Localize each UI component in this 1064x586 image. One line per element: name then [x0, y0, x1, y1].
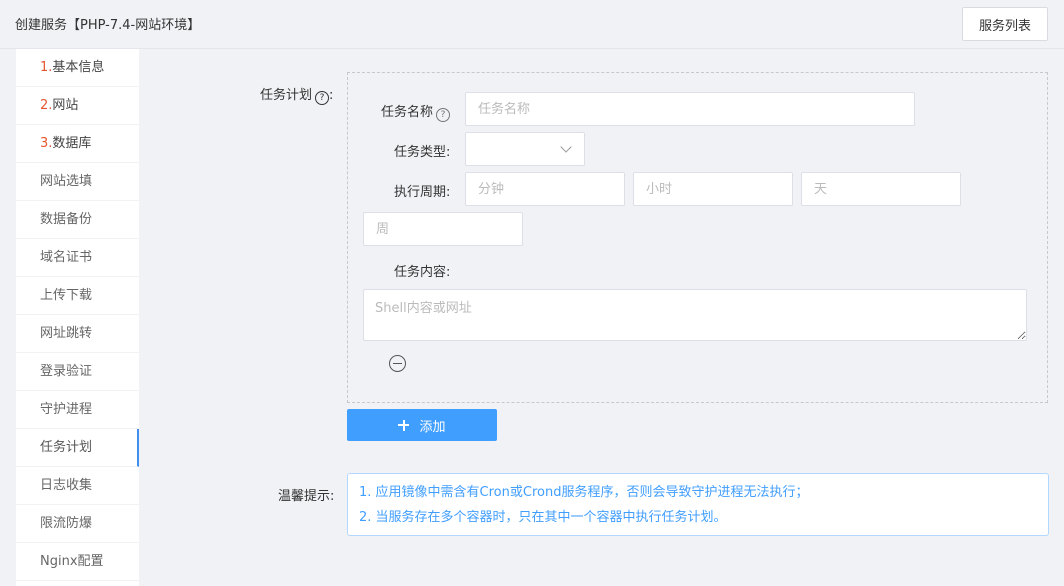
- step-number: 2.: [40, 98, 53, 113]
- add-task-button[interactable]: 添加: [347, 409, 497, 441]
- sidebar-item-label: 数据备份: [40, 212, 93, 227]
- help-icon[interactable]: ?: [315, 91, 330, 105]
- scheduled-task-section-label: 任务计划?:: [260, 84, 333, 105]
- section-label-colon: :: [329, 88, 334, 103]
- sidebar-item-label: 限流防爆: [40, 516, 93, 531]
- task-name-input[interactable]: [465, 92, 915, 126]
- minute-input[interactable]: [465, 172, 625, 206]
- task-content-textarea[interactable]: [363, 289, 1027, 341]
- period-label: 执行周期:: [394, 185, 451, 200]
- sidebar-item-label: 守护进程: [40, 402, 93, 417]
- sidebar-item-daemon[interactable]: 守护进程: [16, 391, 139, 429]
- tips-label: 温馨提示:: [278, 489, 335, 504]
- sidebar-item-label: 基本信息: [52, 60, 105, 75]
- sidebar-item-label: Nginx配置: [40, 554, 104, 569]
- sidebar-item-label: 任务计划: [40, 440, 93, 455]
- sidebar-item-basic-info[interactable]: 1.基本信息: [16, 49, 139, 87]
- sidebar-item-label: 网址跳转: [40, 326, 93, 341]
- main-content: 任务计划?: 任务名称? 任务类型: 执行周期: 任务内容: 添加 温馨提示: …: [140, 49, 1064, 586]
- sidebar-item-upload-download[interactable]: 上传下载: [16, 277, 139, 315]
- sidebar-item-database[interactable]: 3.数据库: [16, 125, 139, 163]
- sidebar-item-label: 网站: [52, 98, 79, 113]
- sidebar-item-label: 日志收集: [40, 478, 93, 493]
- step-sidebar: 1.基本信息 2.网站 3.数据库 网站选填 数据备份 域名证书 上传下载 网址…: [16, 49, 139, 586]
- step-number: 3.: [40, 136, 53, 151]
- sidebar-item-url-redirect[interactable]: 网址跳转: [16, 315, 139, 353]
- sidebar-item-website-optional[interactable]: 网站选填: [16, 163, 139, 201]
- sidebar-item-label: 数据库: [52, 136, 92, 151]
- sidebar-item-log-collect[interactable]: 日志收集: [16, 467, 139, 505]
- plus-icon: [398, 419, 410, 431]
- content-label: 任务内容:: [394, 265, 451, 280]
- sidebar-item-website[interactable]: 2.网站: [16, 87, 139, 125]
- step-number: 1.: [40, 60, 53, 75]
- week-input[interactable]: [363, 212, 523, 246]
- sidebar-item-domain-cert[interactable]: 域名证书: [16, 239, 139, 277]
- sidebar-item-scheduled-task[interactable]: 任务计划: [16, 429, 139, 467]
- sidebar-item-login-auth[interactable]: 登录验证: [16, 353, 139, 391]
- tips-box: 1. 应用镜像中需含有Cron或Crond服务程序，否则会导致守护进程无法执行；…: [347, 473, 1049, 536]
- chevron-down-icon: [560, 141, 572, 153]
- section-label-text: 任务计划: [260, 88, 313, 103]
- tip-line: 2. 当服务存在多个容器时，只在其中一个容器中执行任务计划。: [359, 510, 727, 525]
- add-button-label: 添加: [419, 419, 446, 435]
- task-name-label: 任务名称?: [381, 101, 451, 122]
- sidebar-item-nginx-config[interactable]: Nginx配置: [16, 543, 139, 581]
- task-type-select[interactable]: [465, 132, 585, 166]
- sidebar-item-label: 网站选填: [40, 174, 93, 189]
- sidebar-item-rate-limit[interactable]: 限流防爆: [16, 505, 139, 543]
- sidebar-item-label: 上传下载: [40, 288, 93, 303]
- remove-task-icon[interactable]: [389, 355, 406, 372]
- page-title: 创建服务【PHP-7.4-网站环境】: [15, 18, 201, 33]
- task-name-label-text: 任务名称: [381, 105, 434, 120]
- sidebar-item-data-backup[interactable]: 数据备份: [16, 201, 139, 239]
- task-item-box: 任务名称? 任务类型: 执行周期: 任务内容:: [347, 72, 1048, 403]
- help-icon[interactable]: ?: [436, 108, 451, 122]
- sidebar-item-label: 登录验证: [40, 364, 93, 379]
- tip-line: 1. 应用镜像中需含有Cron或Crond服务程序，否则会导致守护进程无法执行；: [359, 485, 809, 500]
- service-list-button[interactable]: 服务列表: [962, 7, 1048, 41]
- task-type-label: 任务类型:: [394, 145, 451, 160]
- sidebar-item-label: 域名证书: [40, 250, 93, 265]
- hour-input[interactable]: [633, 172, 793, 206]
- day-input[interactable]: [801, 172, 961, 206]
- top-bar: 创建服务【PHP-7.4-网站环境】 服务列表: [0, 0, 1064, 49]
